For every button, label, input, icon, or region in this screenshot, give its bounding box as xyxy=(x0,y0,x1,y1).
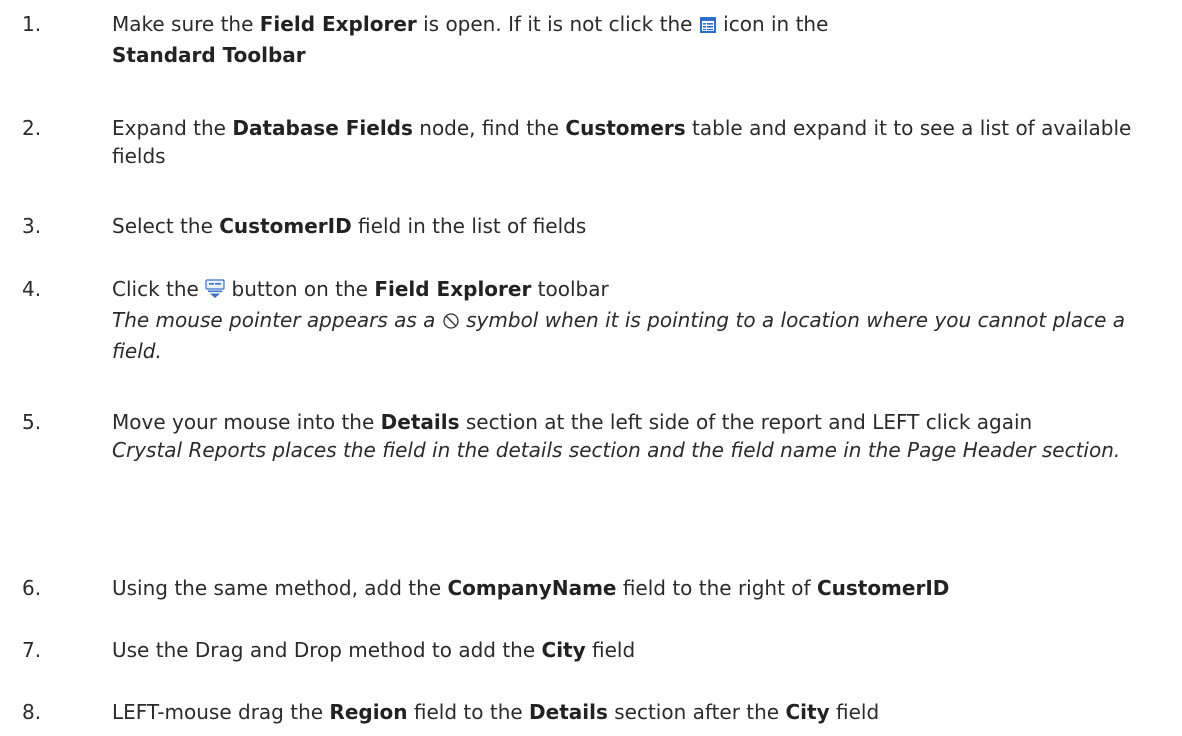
emphasis: Customers xyxy=(565,116,686,140)
emphasis: CustomerID xyxy=(816,576,950,600)
step-number: 3. xyxy=(22,214,42,238)
step-number: 1. xyxy=(22,12,42,36)
insert-to-report-icon xyxy=(205,278,225,306)
step-number: 5. xyxy=(22,410,42,434)
step-text: Click the button on the Field Explorer t… xyxy=(112,275,1162,365)
step-text: Use the Drag and Drop method to add the … xyxy=(112,638,636,662)
step-text: Move your mouse into the Details section… xyxy=(112,408,1162,464)
step-note: Crystal Reports places the field in the … xyxy=(112,438,1121,462)
emphasis: CompanyName xyxy=(447,576,617,600)
emphasis: Field Explorer xyxy=(374,277,532,301)
step-text: LEFT-mouse drag the Region field to the … xyxy=(112,700,880,724)
emphasis: City xyxy=(541,638,586,662)
step-number: 8. xyxy=(22,700,42,724)
step-text: Expand the Database Fields node, find th… xyxy=(112,116,1132,168)
step-number: 2. xyxy=(22,116,42,140)
emphasis: Field Explorer xyxy=(259,12,417,36)
step-text: Using the same method, add the CompanyNa… xyxy=(112,576,950,600)
emphasis: Details xyxy=(529,700,608,724)
step-text: Make sure the Field Explorer is open. If… xyxy=(112,12,829,67)
emphasis: Database Fields xyxy=(232,116,413,140)
step-number: 4. xyxy=(22,277,42,301)
emphasis: City xyxy=(785,700,830,724)
field-explorer-icon xyxy=(699,13,717,41)
emphasis: Region xyxy=(329,700,408,724)
emphasis: Details xyxy=(380,410,460,434)
step-number: 6. xyxy=(22,576,42,600)
step-number: 7. xyxy=(22,638,42,662)
emphasis: Standard Toolbar xyxy=(112,43,306,67)
emphasis: CustomerID xyxy=(219,214,352,238)
step-text: Select the CustomerID field in the list … xyxy=(112,214,587,238)
step-note: The mouse pointer appears as a symbol wh… xyxy=(112,308,1126,363)
no-symbol-icon xyxy=(442,309,460,337)
